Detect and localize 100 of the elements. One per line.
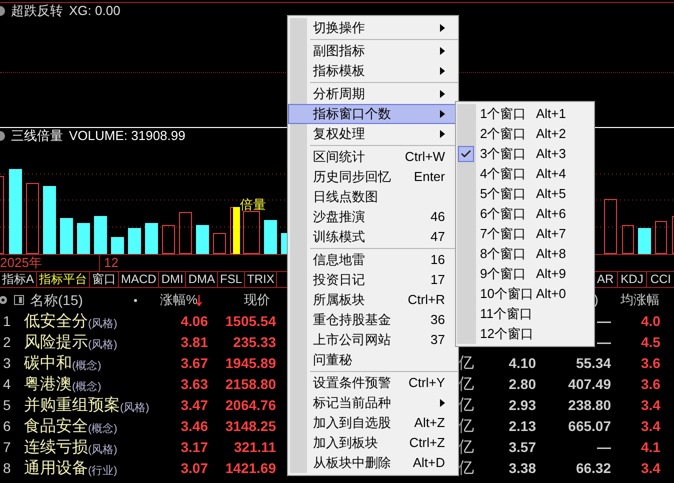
table-cell-text: 3.17 (180, 438, 208, 457)
menu-item[interactable]: 指标模板 (288, 61, 458, 81)
sector-name[interactable]: 通用设备 (24, 456, 88, 480)
sector-type: (概念) (72, 380, 102, 395)
table-cell-text: — (596, 438, 611, 457)
sector-type: (行业) (88, 464, 118, 479)
menu-item[interactable]: 10个窗口 Alt+0 (456, 284, 594, 304)
sector-name[interactable]: 风险提示 (24, 330, 88, 354)
menu-item[interactable]: 区间统计 Ctrl+W (288, 147, 458, 167)
unit-label: 亿 (458, 376, 474, 392)
menu-item[interactable]: 设置条件预警 Ctrl+Y (288, 373, 458, 393)
sector-name[interactable]: 连续亏损 (24, 436, 88, 460)
column-header[interactable]: 均涨幅 (620, 290, 660, 310)
table-cell-text: 4.06 (180, 312, 208, 331)
indicator-tab[interactable]: MACD (119, 272, 160, 287)
table-cell-text: 665.07 (567, 417, 611, 436)
table-cell-text: 3.67 (180, 354, 208, 373)
axis-label: 2025年 (0, 255, 100, 271)
indicator-tab[interactable]: CCI (646, 272, 674, 287)
menu-item[interactable]: 训练模式 47 (288, 227, 458, 247)
column-header[interactable]: 名称(15) (24, 290, 134, 310)
menu-item[interactable]: 9个窗口 Alt+9 (456, 264, 594, 284)
sector-name[interactable]: 食品安全 (24, 414, 88, 438)
table-cell: 3.57 (508, 439, 536, 455)
panel-toggle-icon[interactable] (14, 295, 24, 305)
menu-item[interactable]: 11个窗口 (456, 304, 594, 324)
menu-item[interactable]: 副图指标 (288, 41, 458, 61)
table-cell-text: 4.1 (640, 438, 660, 457)
menu-item[interactable]: 4个窗口 Alt+4 (456, 164, 594, 184)
menu-item[interactable]: 指标窗口个数 (288, 104, 458, 124)
menu-item[interactable]: 分析周期 (288, 84, 458, 104)
table-cell: 2.13 (508, 418, 536, 434)
sort-down-icon[interactable] (196, 294, 202, 306)
menu-item[interactable]: 12个窗口 (456, 324, 594, 344)
row-number: 5 (2, 396, 12, 415)
row-number: 7 (2, 438, 12, 457)
indicator-value: VOLUME: 31908.99 (69, 127, 186, 146)
sector-name[interactable]: 粤港澳 (24, 372, 72, 396)
sector-type: (概念) (72, 359, 102, 374)
menu-item[interactable]: 历史同步回忆 Enter (288, 167, 458, 187)
sector-name[interactable]: 低安全分 (24, 310, 88, 334)
sector-name[interactable]: 并购重组预案 (24, 394, 120, 418)
menu-item[interactable]: 加入到板块 Ctrl+Z (288, 433, 458, 453)
table-cell-text: 238.80 (567, 396, 611, 415)
indicator-tab[interactable]: KDJ (616, 272, 646, 287)
menu-item[interactable]: 6个窗口 Alt+6 (456, 204, 594, 224)
table-cell-text: 3.07 (180, 459, 208, 478)
indicator-tab[interactable]: TRIX (245, 272, 278, 287)
unit-label: 亿 (458, 438, 474, 456)
indicator-tab[interactable]: 指标A (0, 272, 38, 287)
table-cell-text: 4.0 (640, 312, 660, 331)
indicator-tab[interactable]: FSL (218, 272, 246, 287)
indicator-tab[interactable]: 指标平台 (37, 272, 90, 287)
row-number: 3 (2, 354, 12, 373)
sector-type: (风格) (88, 317, 118, 332)
menu-item[interactable]: 信息地雷 16 (288, 250, 458, 270)
table-cell-text: 3.6 (640, 375, 660, 394)
menu-item[interactable]: 重仓持股基金 36 (288, 310, 458, 330)
menu-item[interactable]: 复权处理 (288, 124, 458, 144)
settings-icon[interactable] (0, 295, 9, 305)
table-cell-text: 2158.80 (224, 375, 276, 394)
menu-item[interactable]: 标记当前品种 (288, 393, 458, 413)
row-number: 8 (2, 459, 12, 478)
table-cell-text: 3.6 (640, 354, 660, 373)
volume-bars-drawing (604, 199, 674, 254)
table-cell-text: 3.46 (180, 417, 208, 436)
menu-item[interactable]: 切换操作 (288, 18, 458, 38)
menu-item[interactable]: 1个窗口 Alt+1 (456, 104, 594, 124)
table-cell: 4.10 (508, 355, 536, 371)
sector-name[interactable]: 碳中和 (24, 352, 72, 376)
indicator-tab[interactable]: DMI (159, 272, 186, 287)
menu-item[interactable]: 问董秘 (288, 350, 458, 370)
row-number: 6 (2, 417, 12, 436)
menu-item[interactable]: 沙盘推演 46 (288, 207, 458, 227)
menu-item[interactable]: 日线点数图 (288, 187, 458, 207)
column-header[interactable]: 涨幅% (160, 290, 195, 310)
table-cell: 2.93 (508, 397, 536, 413)
table-cell-text: — (596, 312, 611, 331)
menu-item[interactable]: 所属板块 Ctrl+R (288, 290, 458, 310)
indicator-tab[interactable]: 窗口 (90, 272, 120, 287)
menu-item[interactable]: 5个窗口 Alt+5 (456, 184, 594, 204)
row-number: 2 (2, 333, 12, 352)
menu-item[interactable]: 投资日记 17 (288, 270, 458, 290)
menu-item[interactable]: 从板块中删除 Alt+D (288, 453, 458, 473)
menu-item[interactable]: 上市公司网站 37 (288, 330, 458, 350)
axis-label: 12 (103, 255, 118, 271)
sector-type: (概念) (88, 422, 118, 437)
column-header[interactable]: 现价 (202, 290, 270, 310)
table-cell-text: 66.32 (574, 459, 611, 478)
table-cell-text: 2064.76 (224, 396, 276, 415)
menu-item[interactable]: 加入到自选股 Alt+Z (288, 413, 458, 433)
menu-item[interactable]: 8个窗口 Alt+8 (456, 244, 594, 264)
menu-item[interactable]: 7个窗口 Alt+7 (456, 224, 594, 244)
table-cell-text: 3.63 (180, 375, 208, 394)
indicator-tab[interactable]: DMA (186, 272, 218, 287)
table-cell-text: 407.49 (567, 375, 611, 394)
table-cell: 2.80 (508, 376, 536, 392)
menu-item[interactable]: 2个窗口 Alt+2 (456, 124, 594, 144)
menu-item[interactable]: 3个窗口 Alt+3 (456, 144, 594, 164)
table-cell-text: 1421.69 (224, 459, 276, 478)
